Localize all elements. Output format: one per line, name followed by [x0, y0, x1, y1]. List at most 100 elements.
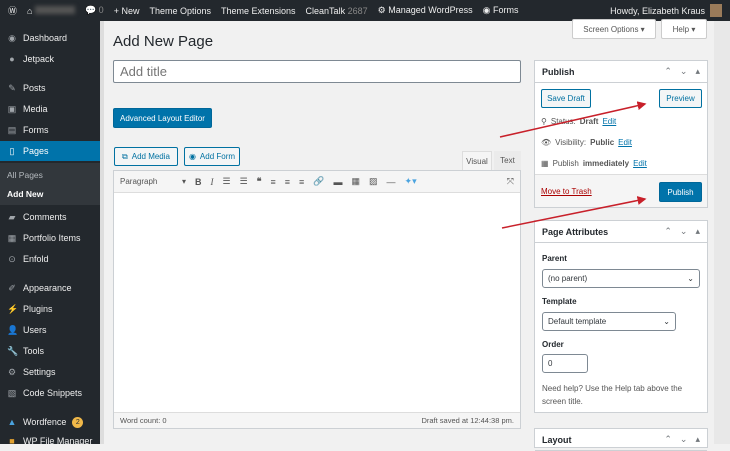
sidebar-item-appearance[interactable]: ✐ Appearance	[0, 278, 100, 298]
screen-options-button[interactable]: Screen Options ▾	[572, 19, 656, 39]
media-icon: ⧉	[122, 151, 128, 161]
word-count: Word count: 0	[120, 416, 167, 425]
magic-wand-icon[interactable]: ✦▾	[405, 176, 417, 187]
wordfence-icon: ▲	[7, 417, 17, 427]
forms-link[interactable]: ◉ Forms	[483, 5, 519, 16]
tab-text[interactable]: Text	[494, 151, 521, 170]
admin-bar: Ⓦ ⌂ 💬 0 + New Theme Options Theme Extens…	[0, 0, 730, 21]
code-icon: ▧	[7, 388, 17, 398]
order-input[interactable]: 0	[542, 354, 588, 373]
page-attributes-header: Page Attributes ⌃ ⌄ ▴	[535, 221, 707, 243]
toggle-icon[interactable]: ▴	[695, 434, 700, 445]
sidebar-item-settings[interactable]: ⚙ Settings	[0, 362, 100, 382]
numbered-list-icon[interactable]: ☰	[240, 176, 248, 187]
forms-icon: ▤	[7, 125, 17, 135]
publish-button[interactable]: Publish	[659, 182, 702, 202]
wrench-icon: 🔧	[7, 346, 19, 356]
bullet-list-icon[interactable]: ☰	[223, 176, 231, 187]
table-icon[interactable]: ▦	[352, 176, 361, 187]
user-menu[interactable]: Howdy, Elizabeth Kraus	[610, 4, 722, 17]
align-left-icon[interactable]: ≡	[271, 177, 276, 187]
move-down-icon[interactable]: ⌄	[680, 66, 688, 77]
sidebar-item-code-snippets[interactable]: ▧ Code Snippets	[0, 383, 100, 403]
help-button[interactable]: Help ▾	[661, 19, 707, 39]
dashboard-icon: ◉	[8, 33, 16, 43]
users-icon: 👤	[7, 325, 19, 335]
editor-content[interactable]	[114, 193, 520, 413]
sidebar-item-plugins[interactable]: ⚡ Plugins	[0, 299, 100, 319]
sidebar-item-forms[interactable]: ▤ Forms	[0, 120, 100, 140]
sidebar-item-comments[interactable]: ▰ Comments	[0, 207, 100, 227]
link-icon[interactable]: 🔗	[313, 176, 324, 187]
cleantalk-link[interactable]: CleanTalk 2687	[306, 6, 368, 16]
wordpress-logo-icon[interactable]: Ⓦ	[8, 4, 17, 17]
sidebar-item-jetpack[interactable]: ● Jetpack	[0, 49, 100, 69]
forms-icon: ◉	[482, 5, 491, 15]
italic-icon[interactable]: I	[211, 177, 214, 187]
parent-label: Parent	[542, 254, 567, 263]
jetpack-icon: ●	[9, 54, 15, 64]
order-label: Order	[542, 340, 564, 349]
portfolio-icon: ▦	[7, 233, 17, 243]
move-down-icon[interactable]: ⌄	[680, 226, 688, 237]
align-center-icon[interactable]: ≡	[285, 177, 290, 187]
submenu-add-new[interactable]: Add New	[7, 189, 43, 199]
sidebar-item-wordfence[interactable]: ▲ Wordfence 2	[0, 412, 100, 432]
move-up-icon[interactable]: ⌃	[664, 66, 672, 77]
edit-visibility-link[interactable]: Edit	[618, 138, 632, 147]
chevron-down-icon: ⌄	[687, 274, 694, 283]
sidebar-item-enfold[interactable]: ⊙ Enfold	[0, 249, 100, 269]
editor-toolbar: Paragraph ▾ BI ☰ ☰ ❝ ≡ ≡ ≡ 🔗 ▬ ▦ ▨ — ✦▾ ⤧	[114, 171, 520, 193]
image-icon[interactable]: ▨	[369, 176, 378, 187]
help-text: Need help? Use the Help tab above the sc…	[542, 384, 683, 406]
move-up-icon[interactable]: ⌃	[664, 226, 672, 237]
theme-options-link[interactable]: Theme Options	[149, 6, 211, 16]
scrollbar[interactable]	[714, 21, 730, 444]
comments-link[interactable]: 💬 0	[85, 5, 104, 16]
add-media-button[interactable]: ⧉ Add Media	[114, 147, 178, 166]
advanced-layout-editor-button[interactable]: Advanced Layout Editor	[113, 108, 212, 128]
template-select[interactable]: Default template ⌄	[542, 312, 676, 331]
save-draft-button[interactable]: Save Draft	[541, 89, 591, 108]
sidebar-item-portfolio[interactable]: ▦ Portfolio Items	[0, 228, 100, 248]
toggle-icon[interactable]: ▴	[695, 226, 700, 237]
enfold-icon: ⊙	[8, 254, 16, 264]
sidebar-item-tools[interactable]: 🔧 Tools	[0, 341, 100, 361]
tab-visual[interactable]: Visual	[462, 151, 492, 170]
update-badge: 2	[72, 416, 84, 428]
move-to-trash-link[interactable]: Move to Trash	[541, 187, 592, 196]
edit-status-link[interactable]: Edit	[602, 117, 616, 126]
blockquote-icon[interactable]: ❝	[257, 176, 262, 187]
move-up-icon[interactable]: ⌃	[664, 434, 672, 445]
sidebar-item-dashboard[interactable]: ◉ Dashboard	[0, 28, 100, 48]
edit-schedule-link[interactable]: Edit	[633, 159, 647, 168]
align-right-icon[interactable]: ≡	[299, 177, 304, 187]
add-form-button[interactable]: ◉ Add Form	[184, 147, 240, 166]
sidebar-item-users[interactable]: 👤 Users	[0, 320, 100, 340]
move-down-icon[interactable]: ⌄	[680, 434, 688, 445]
submenu-all-pages[interactable]: All Pages	[7, 170, 43, 180]
status-row: ⚲ Status: Draft Edit	[541, 117, 617, 126]
schedule-row: ▦ Publish immediately Edit	[541, 159, 647, 168]
sidebar-item-pages[interactable]: ▯ Pages	[0, 141, 100, 161]
title-input[interactable]	[113, 60, 521, 83]
sidebar-item-posts[interactable]: ✎ Posts	[0, 78, 100, 98]
media-icon: ▣	[7, 104, 17, 114]
fullscreen-icon[interactable]: ⤧	[507, 176, 514, 187]
home-icon[interactable]: ⌂	[27, 5, 75, 16]
horizontal-line-icon[interactable]: —	[387, 177, 396, 187]
theme-extensions-link[interactable]: Theme Extensions	[221, 6, 296, 16]
read-more-icon[interactable]: ▬	[334, 177, 343, 187]
bold-icon[interactable]: B	[195, 177, 202, 187]
calendar-icon: ▦	[541, 159, 549, 168]
parent-select[interactable]: (no parent) ⌄	[542, 269, 700, 288]
format-select[interactable]: Paragraph ▾	[120, 177, 186, 186]
toggle-icon[interactable]: ▴	[695, 66, 700, 77]
chevron-down-icon: ⌄	[663, 317, 670, 326]
sidebar-item-wp-file-manager[interactable]: ■ WP File Manager	[0, 431, 100, 451]
new-link[interactable]: + New	[114, 6, 140, 16]
managed-wordpress-link[interactable]: ⚙ Managed WordPress	[378, 5, 473, 16]
folder-icon: ■	[9, 436, 15, 446]
preview-button[interactable]: Preview	[659, 89, 702, 108]
sidebar-item-media[interactable]: ▣ Media	[0, 99, 100, 119]
